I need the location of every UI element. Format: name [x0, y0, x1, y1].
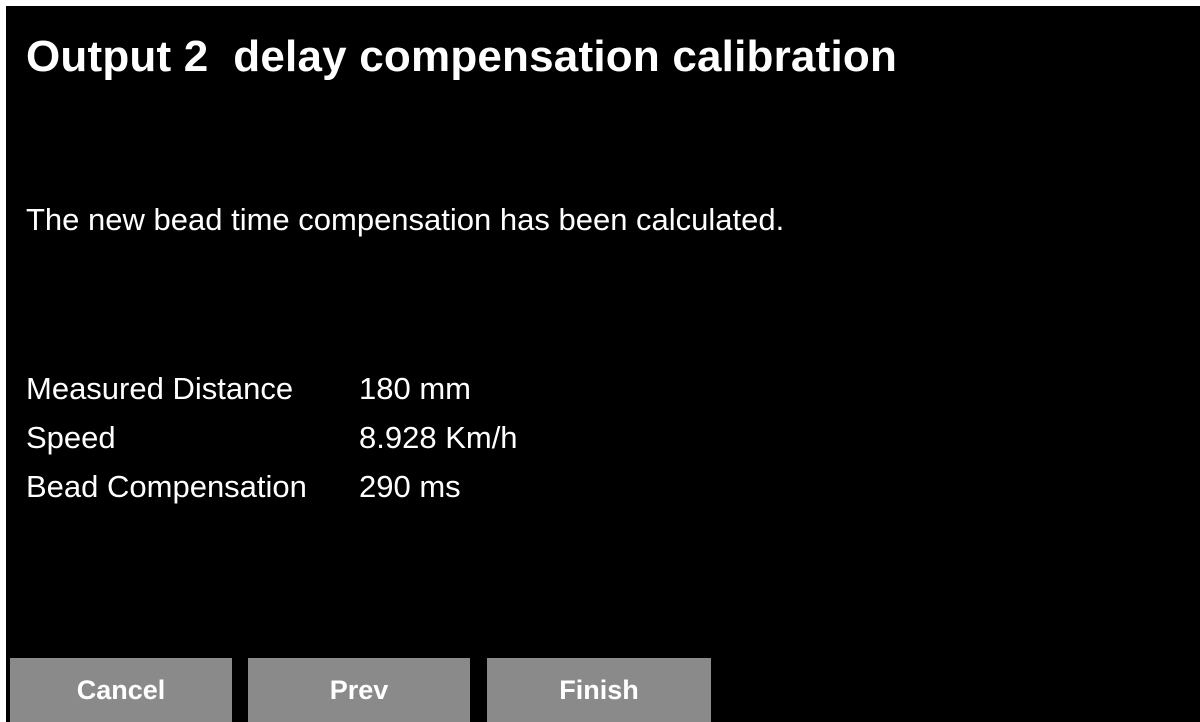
result-row-measured-distance: Measured Distance 180 mm [26, 364, 518, 413]
result-row-bead-compensation: Bead Compensation 290 ms [26, 462, 518, 511]
result-value: 290 ms [359, 468, 461, 504]
finish-button[interactable]: Finish [487, 658, 711, 722]
result-label: Measured Distance [26, 370, 294, 406]
calibration-screen: Output 2 delay compensation calibration … [6, 6, 1200, 722]
cancel-button[interactable]: Cancel [10, 658, 232, 722]
result-value: 180 mm [359, 370, 471, 406]
prev-button[interactable]: Prev [248, 658, 470, 722]
result-row-speed: Speed 8.928 Km/h [26, 413, 518, 462]
status-message: The new bead time compensation has been … [26, 202, 785, 237]
button-bar: Cancel Prev Finish [10, 658, 711, 722]
result-label: Speed [26, 419, 116, 455]
result-label: Bead Compensation [26, 468, 307, 504]
result-value: 8.928 Km/h [359, 419, 518, 455]
page-title: Output 2 delay compensation calibration [26, 32, 898, 81]
results-list: Measured Distance 180 mm Speed 8.928 Km/… [26, 364, 518, 511]
